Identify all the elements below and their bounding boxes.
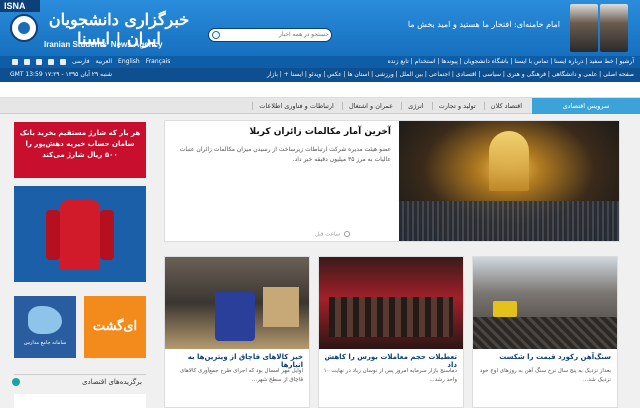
bullet-icon (12, 378, 20, 386)
subtab-ict[interactable]: ارتباطات و فناوری اطلاعات (252, 102, 334, 110)
utility-bar: فارسی العربية English Français آرشیو | خ… (0, 56, 640, 68)
ad-jacket[interactable] (14, 186, 146, 282)
twitter-icon[interactable] (12, 58, 18, 65)
time-bar: GMT 13:59 شنبه ۲۹ آبان ۱۳۹۵ - ۱۷:۲۹ صفحه… (0, 68, 640, 82)
site-header: ISNA خبرگزاری دانشجویان ایران | ایسنا Ir… (0, 0, 640, 56)
search-icon[interactable] (212, 31, 220, 39)
featured-summary: عضو هیئت مدیره شرکت ارتباطات زیرساخت از … (179, 146, 391, 163)
card-title[interactable]: سنگ‌آهن رکورد قیمت را شکست (477, 353, 611, 361)
isna-logo-icon[interactable] (10, 14, 38, 42)
facebook-icon[interactable] (36, 58, 42, 65)
subtab-energy[interactable]: انرژی (401, 102, 424, 110)
service-subtabs: اقتصاد کلان تولید و تجارت انرژی عمران و … (246, 102, 522, 110)
news-card[interactable]: سنگ‌آهن رکورد قیمت را شکست بعداز نزدیک ب… (472, 256, 618, 408)
rss-icon[interactable] (60, 58, 66, 65)
social-and-languages: فارسی العربية English Français (12, 58, 170, 65)
clock-icon (343, 231, 350, 237)
subtab-production-trade[interactable]: تولید و تجارت (431, 102, 476, 110)
isna-tag: ISNA (0, 0, 40, 12)
selected-economic-heading: برگزیده‌های اقتصادی (12, 374, 146, 388)
featured-time: ساعت قبل (315, 231, 350, 238)
service-title[interactable]: سرویس اقتصادی (532, 98, 640, 114)
card-thumbnail[interactable] (165, 257, 309, 349)
ad-map[interactable]: سامانه جامع مدارس (14, 296, 76, 358)
featured-title[interactable]: آخرین آمار مکالمات زائران کربلا (169, 127, 391, 137)
instagram-icon[interactable] (48, 58, 54, 65)
card-summary: اوایل مهر امسال بود که اجرای طرح جمع‌آور… (179, 368, 303, 383)
date-time: GMT 13:59 شنبه ۲۹ آبان ۱۳۹۵ - ۱۷:۲۹ (10, 71, 113, 78)
header-motto: امام خامنه‌ای: افتخار ما هستید و امید بخ… (407, 20, 560, 29)
card-thumbnail[interactable] (319, 257, 463, 349)
main-category-menu[interactable]: صفحه اصلی | علمی و دانشگاهی | فرهنگی و ه… (267, 71, 634, 78)
leader-portrait-1 (570, 4, 598, 52)
card-summary: بعداز نزدیک به پنج سال نرخ سنگ آهن به رو… (479, 368, 611, 383)
telegram-icon[interactable] (24, 58, 30, 65)
left-strip (14, 394, 146, 408)
featured-image[interactable] (399, 121, 619, 241)
ad-egasht[interactable]: ای‌گشت (84, 296, 146, 358)
leader-portrait-2 (600, 4, 628, 52)
utility-links[interactable]: آرشیو | خط سفید | درباره ایسنا | تماس با… (388, 58, 634, 65)
card-summary: دماسنج بازار سرمایه امروز پس از نوسان زی… (323, 368, 457, 383)
card-thumbnail[interactable] (473, 257, 617, 349)
news-card[interactable]: تعطیلات حجم معاملات بورس را کاهش داد دما… (318, 256, 464, 408)
search-input[interactable] (223, 30, 329, 40)
news-card[interactable]: خیز کالاهای قاچاق از ویترین‌ها به انباره… (164, 256, 310, 408)
subtab-macro-economy[interactable]: اقتصاد کلان (483, 102, 522, 110)
lang-english[interactable]: English (118, 58, 140, 65)
selected-economic-label: برگزیده‌های اقتصادی (81, 378, 142, 386)
lang-arabic[interactable]: العربية (96, 58, 112, 65)
jacket-image (46, 200, 114, 270)
featured-article[interactable]: آخرین آمار مکالمات زائران کربلا عضو هیئت… (164, 120, 620, 242)
search-box[interactable] (208, 28, 332, 42)
featured-time-text: ساعت قبل (315, 231, 341, 238)
lang-persian[interactable]: فارسی (72, 58, 90, 65)
category-nav (0, 82, 640, 98)
lang-french[interactable]: Français (146, 58, 171, 65)
subtab-construction-employment[interactable]: عمران و اشتغال (341, 102, 394, 110)
logo-english[interactable]: Iranian Students' News Agency (44, 40, 163, 49)
service-bar: سرویس اقتصادی اقتصاد کلان تولید و تجارت … (0, 98, 640, 114)
ad-banner-charge[interactable]: هر بار که شارژ مستقیم بخرید بانک سامان ح… (14, 122, 146, 178)
